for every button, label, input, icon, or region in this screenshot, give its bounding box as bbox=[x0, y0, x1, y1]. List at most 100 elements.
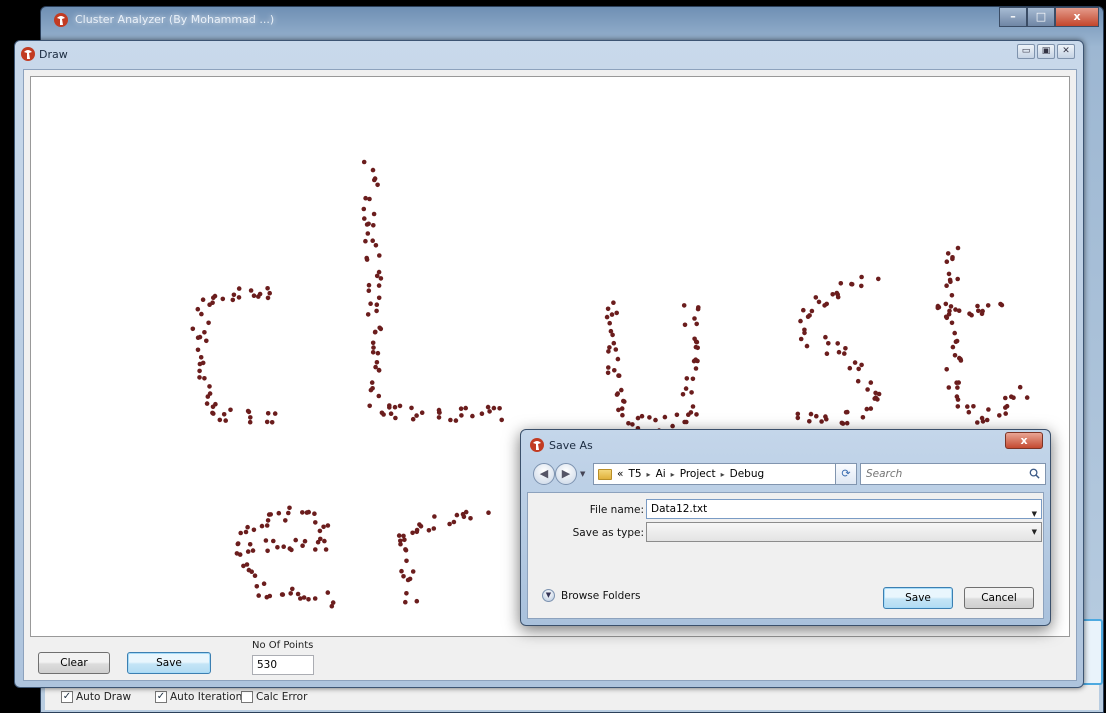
data-point bbox=[361, 159, 367, 165]
data-point bbox=[824, 351, 830, 357]
data-point bbox=[254, 584, 260, 589]
data-point bbox=[635, 415, 641, 421]
data-point bbox=[497, 406, 502, 411]
dialog-cancel-button[interactable]: Cancel bbox=[964, 587, 1034, 609]
search-icon[interactable] bbox=[1029, 468, 1040, 479]
data-point bbox=[868, 406, 874, 411]
data-point bbox=[605, 306, 611, 312]
close-button[interactable]: x bbox=[1055, 7, 1099, 27]
refresh-button[interactable]: ⟳ bbox=[835, 463, 857, 485]
data-point bbox=[436, 407, 442, 413]
close-button[interactable]: ✕ bbox=[1057, 44, 1075, 59]
breadcrumb-item[interactable]: Ai bbox=[656, 468, 666, 480]
data-point bbox=[626, 421, 631, 426]
data-point bbox=[975, 420, 980, 425]
data-point bbox=[613, 347, 619, 352]
draw-titlebar[interactable]: Draw ▭ ▣ ✕ bbox=[15, 41, 1083, 65]
data-point bbox=[236, 286, 242, 291]
data-point bbox=[365, 231, 371, 236]
breadcrumb-item[interactable]: Project bbox=[680, 468, 716, 480]
data-point bbox=[966, 409, 972, 415]
main-window-title: Cluster Analyzer (By Mohammad ...) bbox=[75, 13, 275, 26]
dialog-save-button[interactable]: Save bbox=[883, 587, 953, 609]
data-point bbox=[257, 291, 263, 297]
data-point bbox=[256, 593, 261, 598]
data-point bbox=[955, 404, 961, 409]
data-point bbox=[662, 414, 668, 420]
data-point bbox=[228, 407, 233, 413]
address-bar[interactable]: « T5 ▸ Ai ▸ Project ▸ Debug ▼ bbox=[593, 463, 855, 485]
data-point bbox=[823, 334, 828, 340]
breadcrumb-item[interactable]: Debug bbox=[730, 468, 765, 480]
dialog-close-button[interactable]: x bbox=[1005, 432, 1043, 449]
clear-button[interactable]: Clear bbox=[38, 652, 110, 674]
app-icon bbox=[530, 438, 544, 452]
data-point bbox=[306, 597, 311, 602]
back-button[interactable]: ◀ bbox=[533, 463, 555, 485]
minimize-button[interactable]: ▭ bbox=[1017, 44, 1035, 59]
breadcrumb-overflow[interactable]: « bbox=[617, 468, 623, 480]
data-point bbox=[946, 385, 952, 390]
data-point bbox=[954, 394, 960, 399]
save-type-label: Save as type: bbox=[572, 527, 644, 539]
data-point bbox=[279, 592, 285, 597]
data-point bbox=[950, 344, 956, 350]
data-point bbox=[979, 415, 985, 421]
checkbox-label: Auto Draw bbox=[76, 691, 132, 703]
data-point bbox=[689, 390, 694, 395]
data-point bbox=[376, 368, 382, 373]
maximize-button[interactable]: □ bbox=[1027, 7, 1055, 27]
data-point bbox=[948, 279, 953, 285]
breadcrumb-separator[interactable]: ▸ bbox=[721, 470, 725, 479]
data-point bbox=[403, 547, 409, 553]
data-point bbox=[410, 416, 416, 422]
data-point bbox=[221, 412, 227, 417]
data-point bbox=[245, 524, 250, 530]
minimize-button[interactable]: – bbox=[999, 7, 1027, 27]
data-point bbox=[610, 332, 615, 338]
data-point bbox=[376, 393, 382, 399]
data-point bbox=[674, 412, 680, 418]
data-point bbox=[856, 366, 861, 372]
breadcrumb-item[interactable]: T5 bbox=[628, 468, 641, 480]
data-point bbox=[265, 411, 271, 416]
data-point bbox=[616, 373, 621, 378]
search-input[interactable] bbox=[860, 463, 1046, 485]
data-point bbox=[971, 404, 976, 409]
auto-draw-checkbox[interactable]: ✓ Auto Draw bbox=[61, 691, 131, 703]
auto-iteration-checkbox[interactable]: ✓ Auto Iteration bbox=[155, 691, 242, 703]
data-point bbox=[795, 411, 801, 417]
data-point bbox=[998, 301, 1003, 307]
data-point bbox=[605, 370, 611, 376]
data-point bbox=[693, 366, 699, 371]
breadcrumb-separator[interactable]: ▸ bbox=[647, 470, 651, 479]
chevron-down-icon[interactable]: ▼ bbox=[1032, 505, 1037, 523]
forward-button[interactable]: ▶ bbox=[555, 463, 577, 485]
file-name-input[interactable]: Data12.txt ▼ bbox=[646, 499, 1042, 519]
data-point bbox=[251, 527, 257, 533]
data-point bbox=[948, 304, 954, 309]
save-as-dialog: Save As x ◀ ▶ ▼ « T5 ▸ Ai ▸ Project ▸ De… bbox=[520, 429, 1051, 626]
calc-error-checkbox[interactable]: Calc Error bbox=[241, 691, 307, 703]
data-point bbox=[265, 518, 271, 523]
data-point bbox=[432, 514, 437, 519]
save-type-select[interactable]: ▼ bbox=[646, 522, 1042, 542]
data-point bbox=[979, 311, 985, 317]
data-point bbox=[847, 365, 853, 371]
data-point bbox=[204, 338, 209, 344]
breadcrumb-separator[interactable]: ▸ bbox=[671, 470, 675, 479]
data-point bbox=[414, 598, 420, 604]
points-count-field[interactable]: 530 bbox=[252, 655, 314, 675]
checkbox-box: ✓ bbox=[155, 691, 167, 703]
data-point bbox=[265, 286, 270, 291]
data-point bbox=[419, 410, 425, 416]
recent-locations-dropdown[interactable]: ▼ bbox=[580, 470, 585, 478]
data-point bbox=[398, 541, 403, 547]
restore-button[interactable]: ▣ bbox=[1037, 44, 1055, 59]
data-point bbox=[835, 292, 840, 297]
save-button[interactable]: Save bbox=[127, 652, 211, 674]
data-point bbox=[217, 417, 223, 423]
data-point bbox=[486, 510, 491, 515]
browse-folders-toggle[interactable]: ▼ Browse Folders bbox=[542, 589, 641, 602]
data-point bbox=[819, 419, 824, 424]
